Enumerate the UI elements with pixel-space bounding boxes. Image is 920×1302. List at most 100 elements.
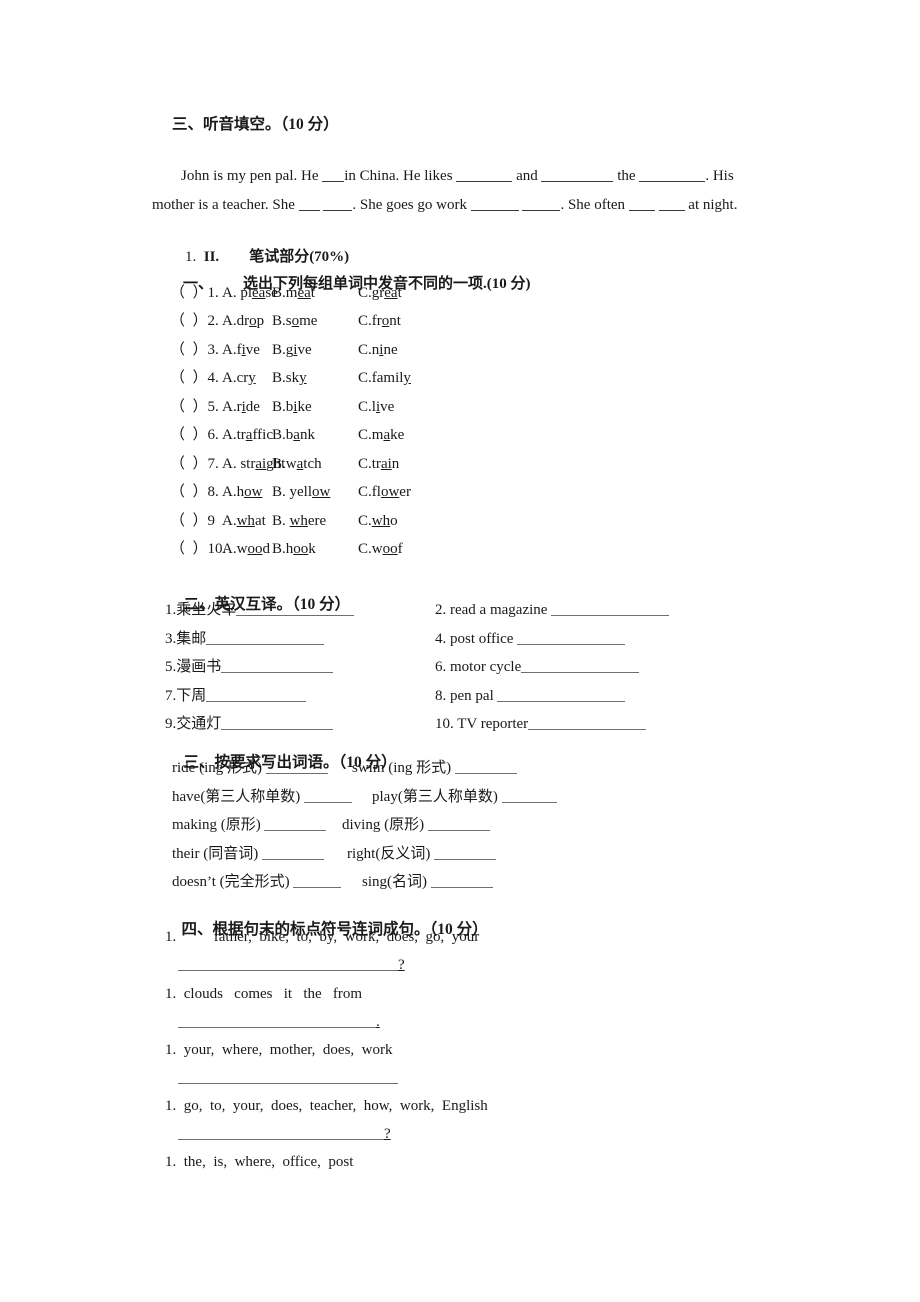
answer-blank[interactable] [434,845,497,860]
translation-item: 10. TV reporter [435,714,647,735]
sentence-ordering-words: 1. father, bike, to, by, work, does, go,… [165,927,479,948]
answer-blank[interactable] [206,687,307,702]
cloze-blank-7[interactable] [470,196,519,211]
pronunciation-option[interactable]: B.hook [272,539,316,560]
underlined-phoneme: ow [380,484,400,500]
answer-bracket[interactable]: （ ）10. [170,541,230,557]
pronunciation-option[interactable]: B.sky [272,368,307,389]
answer-blank[interactable] [178,956,400,971]
answer-bracket[interactable]: （ ）1. [170,285,219,301]
pronunciation-option[interactable]: B.meat [272,283,315,304]
pronunciation-option[interactable]: A.traffic [222,425,273,446]
option-word-part: k [308,541,316,557]
pronunciation-option[interactable]: A.what [222,511,266,532]
pronunciation-option[interactable]: C.woof [358,539,403,560]
pronunciation-option[interactable]: B.give [272,340,312,361]
sentence-ordering-answer-line: ? [178,1124,391,1145]
answer-bracket[interactable]: （ ）2. [170,313,223,329]
answer-blank[interactable] [236,601,355,616]
pronunciation-option[interactable]: C.front [358,311,401,332]
answer-blank[interactable] [221,658,334,673]
answer-bracket[interactable]: （ ）8. [170,484,219,500]
answer-blank[interactable] [264,816,327,831]
answer-blank[interactable] [501,788,557,803]
pronunciation-option[interactable]: A.cry [222,368,256,389]
answer-bracket[interactable]: （ ）9 [170,513,219,529]
answer-blank[interactable] [206,630,325,645]
pronunciation-option[interactable]: B.some [272,311,317,332]
option-label: C. [358,427,372,443]
pronunciation-option[interactable]: B. where [272,511,326,532]
option-word-part: pl [240,285,253,301]
option-word-part: t [310,285,315,301]
pronunciation-option[interactable]: C.family [358,368,411,389]
cloze-blank-10[interactable] [658,196,685,211]
cloze-blank-6[interactable] [323,196,353,211]
option-label: B. [272,285,286,301]
item-text: motor cycle [450,659,522,675]
pronunciation-option[interactable]: A.how [222,482,262,503]
answer-bracket[interactable]: （ ）4. [170,370,223,386]
cloze-blank-5[interactable] [298,196,320,211]
answer-blank[interactable] [551,601,670,616]
option-label: B. [272,370,286,386]
answer-bracket[interactable]: （ ）3. [170,342,223,358]
pronunciation-option[interactable]: C.great [358,283,402,304]
answer-blank[interactable] [497,687,626,702]
option-word-part: n [391,456,400,472]
answer-blank[interactable] [430,873,493,888]
option-word-part: famil [371,370,404,386]
answer-blank[interactable] [178,1069,398,1084]
item-number: 1. [165,929,214,945]
pronunciation-option[interactable]: A.drop [222,311,264,332]
answer-bracket[interactable]: （ ）7. [170,456,223,472]
answer-blank[interactable] [261,845,324,860]
answer-blank[interactable] [265,759,328,774]
option-word-part: d [262,541,270,557]
option-label: C. [358,399,372,415]
option-label: B. [272,342,286,358]
answer-blank[interactable] [293,873,342,888]
pronunciation-option[interactable]: B. yellow [272,482,330,503]
answer-bracket[interactable]: （ ）6. [170,427,223,443]
answer-blank[interactable] [521,658,640,673]
pronunciation-option[interactable]: C.flower [358,482,411,503]
answer-blank[interactable] [427,816,490,831]
pronunciation-option[interactable]: C.train [358,454,399,475]
option-word-part: f [397,541,403,557]
cloze-blank-9[interactable] [628,196,655,211]
pronunciation-option[interactable]: C.live [358,397,394,418]
pronunciation-option[interactable]: C.nine [358,340,398,361]
pronunciation-question-row: （ ）7. A. straight B.watch C.train [170,454,500,475]
answer-blank[interactable] [528,715,647,730]
cloze-text: . She often [560,197,629,213]
pronunciation-option[interactable]: B.bank [272,425,315,446]
pronunciation-option[interactable]: B.bike [272,397,312,418]
item-text: post office [450,631,518,647]
option-label: A. [222,370,237,386]
item-prompt: making (原形) [172,817,265,833]
answer-blank[interactable] [178,1125,386,1140]
pronunciation-option[interactable]: C.who [358,511,398,532]
answer-blank[interactable] [454,759,517,774]
answer-blank[interactable] [304,788,353,803]
answer-bracket[interactable]: （ ）5. [170,399,223,415]
word-form-item: right(反义词) [347,844,497,865]
answer-blank[interactable] [517,630,626,645]
word-form-row: making (原形) diving (原形) [172,815,632,836]
answer-blank[interactable] [178,1013,378,1028]
pronunciation-option[interactable]: A.ride [222,397,260,418]
cloze-blank-8[interactable] [522,196,561,211]
pronunciation-option[interactable]: C.make [358,425,404,446]
pronunciation-question-row: （ ）10. A.wood B.hook C.woof [170,539,500,560]
pronunciation-option[interactable]: A.five [222,340,260,361]
answer-blank[interactable] [221,715,334,730]
translation-item: 7.下周 [165,687,307,704]
pronunciation-option[interactable]: A.wood [222,539,270,560]
word-form-row: have(第三人称单数) play(第三人称单数) [172,787,632,808]
translation-row: 7.下周 8. pen pal [165,686,685,707]
pronunciation-option[interactable]: B.watch [272,454,322,475]
underlined-phoneme: wh [289,513,308,529]
item-text: TV reporter [457,716,529,732]
pronunciation-option[interactable]: A. please [222,283,278,304]
